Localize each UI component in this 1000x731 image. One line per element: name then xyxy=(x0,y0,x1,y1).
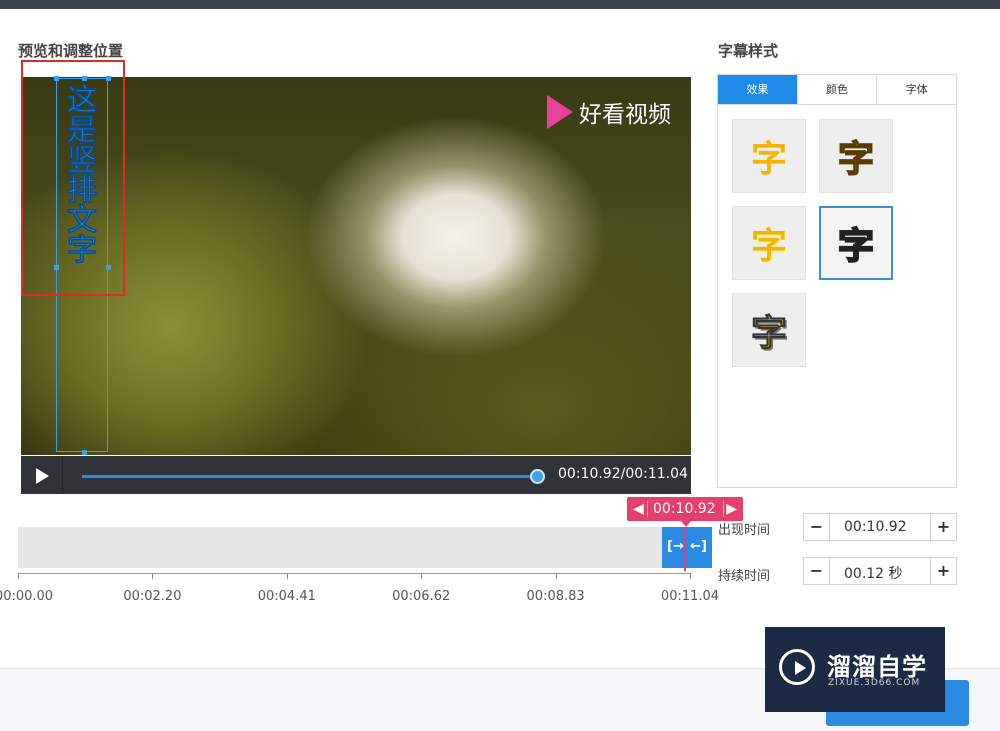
appear-time-input[interactable]: 00:10.92 xyxy=(844,519,907,535)
badge-pointer xyxy=(681,521,691,527)
watermark-title: 溜溜自学 xyxy=(827,653,927,681)
highlight-box xyxy=(21,60,125,296)
tab-font[interactable]: 字体 xyxy=(877,75,956,104)
play-icon xyxy=(36,468,49,484)
timeline-tick-label: 00:06.62 xyxy=(392,589,451,604)
step-forward-icon[interactable]: ▶ xyxy=(726,497,737,521)
appear-time-decrease-button[interactable]: − xyxy=(804,514,830,540)
timeline-tick-label: 00:11.04 xyxy=(660,589,720,604)
play-button[interactable] xyxy=(21,456,63,494)
timeline-ruler xyxy=(18,573,690,574)
timeline-tick-label: 00:08.83 xyxy=(526,589,585,604)
video-logo: 好看视频 xyxy=(547,95,671,129)
logo-play-icon xyxy=(547,95,573,129)
watermark: 溜溜自学 ZIXUE.3D66.COM xyxy=(765,627,945,712)
timeline-tick xyxy=(18,573,19,579)
progress-knob[interactable] xyxy=(530,469,545,484)
appear-time-label: 出现时间 xyxy=(718,523,771,538)
timeline-tick-label: 00:02.20 xyxy=(123,589,182,604)
style-tabs: 效果 颜色 字体 xyxy=(718,75,956,105)
timeline-tick xyxy=(421,573,423,579)
current-time: 00:10.92 xyxy=(653,501,716,517)
appear-time-increase-button[interactable]: + xyxy=(930,514,956,540)
top-bar xyxy=(0,0,1000,9)
style-swatch[interactable]: 字 xyxy=(732,293,806,367)
playhead[interactable] xyxy=(684,527,686,571)
progress-bar[interactable] xyxy=(82,475,537,478)
logo-text: 好看视频 xyxy=(579,102,671,128)
clip-end-handle[interactable]: ←] xyxy=(690,539,707,554)
timeline-tick-label: 00:00.00 xyxy=(0,589,54,604)
time-readout: 00:10.92/00:11.04 xyxy=(558,466,688,482)
divider xyxy=(723,501,724,517)
timeline-tick-label: 00:04.41 xyxy=(257,589,316,604)
clip-start-handle[interactable]: [→ xyxy=(667,539,684,554)
style-swatch-selected[interactable]: 字 xyxy=(819,206,893,280)
timeline-tick xyxy=(555,573,557,579)
tab-color[interactable]: 颜色 xyxy=(798,75,878,104)
watermark-subtitle: ZIXUE.3D66.COM xyxy=(828,678,921,688)
player-controls: 00:10.92/00:11.04 xyxy=(21,456,691,494)
duration-increase-button[interactable]: + xyxy=(930,558,956,584)
divider xyxy=(647,501,648,517)
resize-handle[interactable] xyxy=(82,450,87,455)
duration-field: − 00.12 秒 + xyxy=(803,557,957,585)
timeline-tick xyxy=(690,573,691,579)
timeline-tick xyxy=(152,573,154,579)
watermark-play-icon xyxy=(779,649,815,685)
tab-effect[interactable]: 效果 xyxy=(718,75,798,104)
appear-time-field: − 00:10.92 + xyxy=(803,513,957,541)
timeline-track[interactable] xyxy=(18,527,710,568)
subtitle-style-title: 字幕样式 xyxy=(718,42,779,60)
timeline-tick xyxy=(286,573,288,579)
current-time-badge: ◀ 00:10.92 ▶ xyxy=(627,497,743,521)
style-swatch[interactable]: 字 xyxy=(732,119,806,193)
step-back-icon[interactable]: ◀ xyxy=(633,497,644,521)
duration-decrease-button[interactable]: − xyxy=(804,558,830,584)
duration-label: 持续时间 xyxy=(718,569,771,584)
style-swatch[interactable]: 字 xyxy=(819,119,893,193)
duration-input[interactable]: 00.12 秒 xyxy=(844,563,903,583)
subtitle-clip[interactable]: [→ ←] xyxy=(662,527,712,568)
style-swatch[interactable]: 字 xyxy=(732,206,806,280)
preview-title: 预览和调整位置 xyxy=(18,42,124,60)
